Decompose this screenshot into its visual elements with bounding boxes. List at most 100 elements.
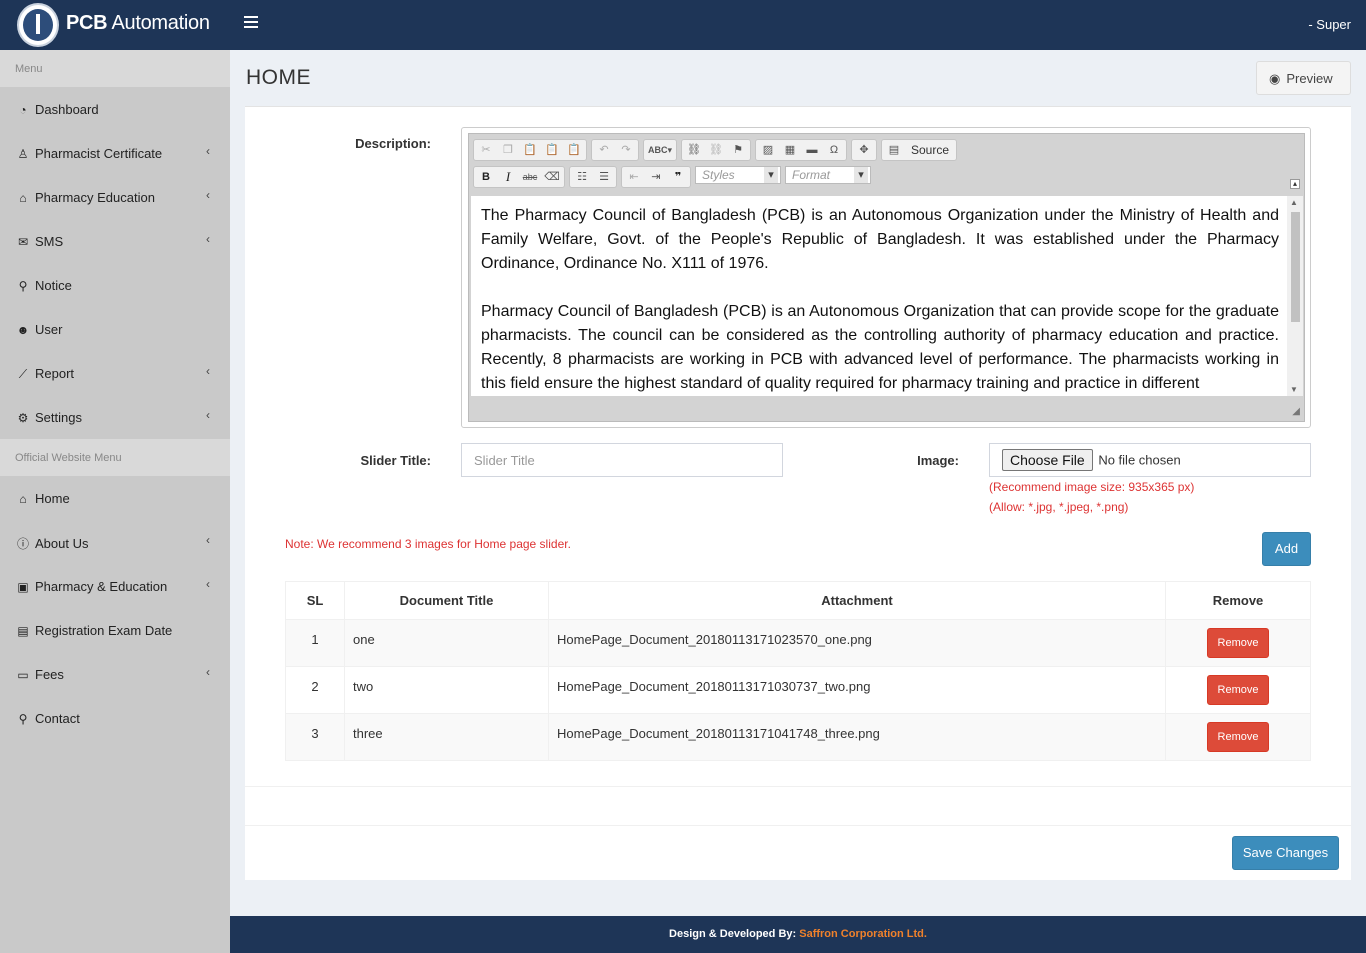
- italic-icon[interactable]: I: [499, 169, 517, 185]
- sidebar-item-about-us[interactable]: ⓘ About Us ‹: [0, 520, 230, 564]
- scroll-up-icon[interactable]: ▲: [1290, 198, 1298, 207]
- special-char-icon[interactable]: Ω: [825, 142, 843, 158]
- resize-handle-icon[interactable]: ◢: [1292, 406, 1300, 417]
- chevron-left-icon: ‹: [206, 144, 210, 158]
- remove-button[interactable]: Remove: [1207, 675, 1269, 705]
- sidebar-item-registration-exam-date[interactable]: ▤ Registration Exam Date: [0, 608, 230, 652]
- indent-icon[interactable]: ⇥: [647, 169, 665, 185]
- sidebar-item-sms[interactable]: ✉ SMS ‹: [0, 219, 230, 263]
- bulleted-list-icon[interactable]: ☰: [595, 169, 613, 185]
- chevron-left-icon: ‹: [206, 577, 210, 591]
- image-file-input[interactable]: Choose File No file chosen: [989, 443, 1311, 477]
- table-row: 1 one HomePage_Document_20180113171023570_…: [285, 619, 1311, 667]
- maximize-icon[interactable]: ✥: [855, 142, 873, 158]
- sidebar: Menu ◔ Dashboard ♙ Pharmacist Certificate ‹ ⌂…: [0, 50, 230, 953]
- sidebar-item-label: Notice: [35, 278, 72, 293]
- paste-word-icon[interactable]: 📋: [565, 142, 583, 158]
- envelope-icon: ✉: [17, 235, 29, 249]
- sidebar-item-label: Registration Exam Date: [35, 623, 173, 638]
- collapse-toolbar-icon[interactable]: ▴: [1290, 179, 1300, 189]
- cut-icon[interactable]: ✂: [477, 142, 495, 158]
- sidebar-item-contact[interactable]: ⚲ Contact: [0, 696, 230, 740]
- col-attachment-header: Attachment: [548, 581, 1166, 620]
- chevron-left-icon: ‹: [206, 665, 210, 679]
- undo-icon[interactable]: ↶: [595, 142, 613, 158]
- copy-icon[interactable]: ❐: [499, 142, 517, 158]
- info-circle-icon: ⓘ: [16, 537, 29, 551]
- row-title: three: [344, 713, 549, 761]
- sidebar-item-pharmacy-education[interactable]: ▣ Pharmacy & Education ‹: [0, 564, 230, 608]
- pin-icon: ⚲: [18, 279, 28, 293]
- eye-icon: ◉: [1269, 71, 1281, 86]
- rich-text-editor: ✂ ❐ 📋 📋 📋 ↶ ↷ ABC▾ ⛓ ⛓ ⚑ ▨ ▦ ▬ Ω ✥ ▤ Sou…: [461, 127, 1311, 428]
- outdent-icon[interactable]: ⇤: [625, 169, 643, 185]
- editor-content-area[interactable]: The Pharmacy Council of Bangladesh (PCB)…: [471, 196, 1287, 396]
- remove-button[interactable]: Remove: [1207, 722, 1269, 752]
- chevron-left-icon: ‹: [206, 188, 210, 202]
- preview-button[interactable]: ◉ Preview: [1256, 61, 1351, 95]
- unlink-icon[interactable]: ⛓: [707, 142, 725, 158]
- spellcheck-icon[interactable]: ABC▾: [647, 142, 673, 158]
- brand-title[interactable]: PCB Automation: [66, 12, 210, 35]
- sidebar-item-label: Pharmacy & Education: [35, 579, 168, 594]
- bold-icon[interactable]: B: [477, 169, 495, 185]
- slider-title-input[interactable]: Slider Title: [461, 443, 783, 477]
- page-title: HOME: [246, 66, 311, 89]
- remove-button[interactable]: Remove: [1207, 628, 1269, 658]
- sidebar-item-pharmacy-education[interactable]: ⌂ Pharmacy Education ‹: [0, 175, 230, 219]
- image-type-hint: (Allow: *.jpg, *.jpeg, *.png): [989, 500, 1129, 514]
- file-status: No file chosen: [1098, 452, 1181, 468]
- col-title-header: Document Title: [344, 581, 549, 620]
- certificate-icon: ♙: [17, 147, 29, 161]
- chevron-left-icon: ‹: [206, 232, 210, 246]
- divider: [245, 786, 1351, 787]
- source-button[interactable]: Source: [907, 143, 953, 157]
- sidebar-item-notice[interactable]: ⚲ Notice: [0, 263, 230, 307]
- editor-toolbar-row-1: ✂ ❐ 📋 📋 📋 ↶ ↷ ABC▾ ⛓ ⛓ ⚑ ▨ ▦ ▬ Ω ✥ ▤ Sou…: [473, 139, 958, 161]
- paste-text-icon[interactable]: 📋: [543, 142, 561, 158]
- money-icon: ▭: [17, 668, 29, 682]
- row-attachment: HomePage_Document_20180113171023570_one.…: [548, 619, 1166, 667]
- sidebar-item-user[interactable]: ☻ User: [0, 307, 230, 351]
- sidebar-toggle-icon[interactable]: [244, 16, 258, 30]
- sidebar-item-label: SMS: [35, 234, 64, 249]
- blockquote-icon[interactable]: ❞: [669, 169, 687, 185]
- slider-title-label: Slider Title:: [360, 453, 431, 468]
- description-label: Description:: [355, 136, 431, 151]
- dashboard-icon: ◔: [19, 103, 27, 117]
- editor-scrollbar[interactable]: ▲ ▼: [1287, 196, 1303, 396]
- sidebar-item-label: Dashboard: [35, 102, 99, 117]
- row-attachment: HomePage_Document_20180113171041748_thre…: [548, 713, 1166, 761]
- choose-file-button[interactable]: Choose File: [1002, 449, 1093, 471]
- footer-company-link[interactable]: Saffron Corporation Ltd.: [799, 928, 927, 940]
- styles-dropdown[interactable]: Styles: [695, 166, 781, 184]
- sidebar-item-fees[interactable]: ▭ Fees ‹: [0, 652, 230, 696]
- anchor-flag-icon[interactable]: ⚑: [729, 142, 747, 158]
- sidebar-item-dashboard[interactable]: ◔ Dashboard: [0, 87, 230, 131]
- numbered-list-icon[interactable]: ☷: [573, 169, 591, 185]
- row-sl: 2: [285, 666, 345, 714]
- scroll-down-icon[interactable]: ▼: [1290, 385, 1298, 394]
- horizontal-line-icon[interactable]: ▬: [803, 142, 821, 158]
- format-dropdown[interactable]: Format: [785, 166, 871, 184]
- sidebar-item-home[interactable]: ⌂ Home: [0, 476, 230, 520]
- redo-icon[interactable]: ↷: [617, 142, 635, 158]
- add-button[interactable]: Add: [1262, 532, 1311, 566]
- link-icon[interactable]: ⛓: [685, 142, 703, 158]
- top-header: PCB Automation - Super: [0, 0, 1366, 50]
- strikethrough-icon[interactable]: abc: [521, 169, 539, 185]
- row-sl: 3: [285, 713, 345, 761]
- sidebar-item-pharmacist-certificate[interactable]: ♙ Pharmacist Certificate ‹: [0, 131, 230, 175]
- pcb-logo[interactable]: [17, 3, 59, 47]
- sidebar-item-report[interactable]: ⟋ Report ‹: [0, 351, 230, 395]
- paste-icon[interactable]: 📋: [521, 142, 539, 158]
- save-changes-button[interactable]: Save Changes: [1232, 836, 1339, 870]
- source-icon: ▤: [888, 144, 900, 156]
- footer-credit: Design & Developed By:: [669, 928, 800, 940]
- user-menu[interactable]: - Super: [1308, 17, 1351, 32]
- sidebar-item-label: Report: [35, 366, 75, 381]
- sidebar-item-settings[interactable]: ⚙ Settings ‹: [0, 395, 230, 439]
- table-icon[interactable]: ▦: [781, 142, 799, 158]
- image-icon[interactable]: ▨: [759, 142, 777, 158]
- remove-format-icon[interactable]: ⌫: [543, 169, 561, 185]
